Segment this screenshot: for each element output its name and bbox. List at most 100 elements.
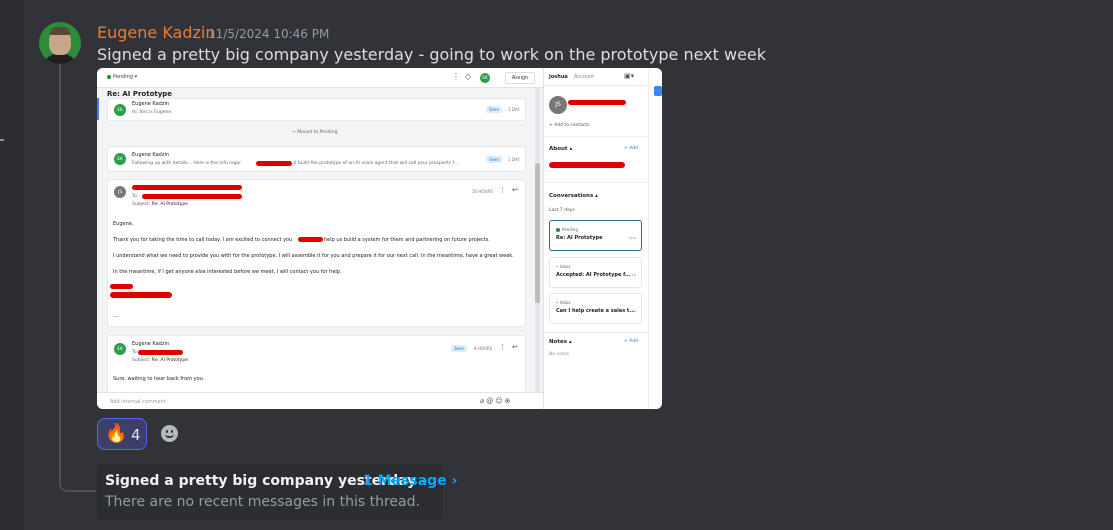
reply-icon: ↩ [512, 343, 518, 351]
email-card: EK Eugene Kadzin Hi, this is Eugene. See… [107, 98, 526, 121]
add-reaction-button[interactable] [155, 418, 185, 450]
redaction [138, 350, 183, 355]
reply-icon: ↩ [512, 186, 518, 194]
add-to-contacts: + Add to contacts [549, 123, 590, 128]
redaction [110, 292, 172, 298]
more-icon: ⋮ [499, 343, 506, 351]
reaction-fire[interactable]: 🔥 4 [97, 418, 147, 450]
redaction [132, 185, 242, 190]
email-line: In the meantime, if I get anyone else in… [113, 269, 342, 275]
tab-account: Account [574, 74, 595, 80]
tag-icon: ◇ [465, 72, 472, 81]
conversation-status: • Inbox [556, 264, 571, 269]
to-label: To: [132, 194, 139, 199]
subject-line: Subject: Re: AI Prototype [132, 358, 188, 363]
message-timestamp: 11/5/2024 10:46 PM [208, 27, 330, 41]
sender-avatar: EK [114, 343, 126, 355]
assignee-avatar: EK [480, 73, 490, 83]
sidebar-menu-icon: ▣▾ [624, 72, 635, 80]
reaction-count: 4 [131, 426, 141, 444]
contact-avatar: JS [549, 96, 567, 114]
email-greeting: Eugene, [113, 221, 134, 227]
attachment-right-strip [648, 68, 662, 409]
about-label: About ▴ [549, 146, 573, 152]
redaction [568, 100, 626, 105]
app-icon [654, 86, 662, 96]
email-card: EK Eugene Kadzin Following up with detai… [107, 146, 526, 172]
sender-name: Eugene Kadzin [132, 152, 170, 158]
attachment-status: Pending ▾ [107, 74, 137, 80]
redaction [142, 194, 242, 199]
email-time: 16 HOURS [472, 189, 493, 194]
email-ellipsis: .... [113, 313, 120, 319]
conversation-status: Pending [556, 227, 578, 232]
message-author[interactable]: Eugene Kadzin [97, 23, 215, 42]
thread-empty-text: There are no recent messages in this thr… [105, 494, 420, 510]
redaction [298, 237, 323, 242]
scrollbar-thumb [535, 163, 540, 303]
email-line-tail: help us build a system for them and part… [324, 237, 491, 243]
conversation-item: • Inbox Can I help create a sales t... 1… [549, 293, 642, 324]
email-preview-tail: ll build the prototype of an AI voice ag… [294, 161, 459, 166]
thread-connector-line [59, 64, 96, 492]
conversation-age: 1d [631, 309, 636, 313]
comment-placeholder: Add internal comment [110, 399, 166, 405]
email-line: Thank you for taking the time to call to… [113, 237, 293, 243]
notes-add: + Add [624, 339, 638, 344]
sender-avatar: JS [114, 186, 126, 198]
server-rail [0, 0, 24, 530]
selection-accent [97, 98, 99, 120]
email-time: 1 DAY [508, 107, 520, 112]
redaction [110, 284, 133, 289]
compose-icons: ⌀@☺⊕ [480, 397, 513, 405]
conversation-subject: Re: AI Prototype [556, 235, 603, 241]
conversation-subject: Accepted: AI Prototype f... [556, 272, 631, 278]
email-preview: Hi, this is Eugene. [132, 110, 173, 115]
conversation-age: 14m [628, 236, 636, 240]
conversation-subject: Can I help create a sales t... [556, 308, 636, 314]
sender-avatar: EK [114, 153, 126, 165]
image-attachment[interactable]: Pending ▾ ⋮ ◇ EK Assign Re: AI Prototype… [97, 68, 662, 409]
attachment-sidebar: Joshua Account ▣▾ JS + Add to contacts A… [543, 68, 649, 409]
seen-badge: Seen [486, 156, 502, 163]
avatar[interactable] [39, 22, 81, 64]
conversation-status: • Inbox [556, 300, 571, 305]
email-time: 8 HOURS [474, 346, 493, 351]
seen-badge: Seen [486, 106, 502, 113]
smiley-icon [161, 425, 178, 442]
email-preview: Following up with details... Here is the… [132, 161, 242, 166]
more-icon: ⋮ [499, 186, 506, 194]
redaction [549, 162, 625, 168]
conversations-label: Conversations ▴ [549, 193, 598, 199]
email-body: Sure, waiting to hear back from you. [113, 376, 205, 382]
to-label: To [132, 350, 137, 355]
period-label: Last 7 days [549, 208, 575, 213]
redaction [256, 161, 292, 166]
conversation-item: Pending Re: AI Prototype 14m [549, 220, 642, 251]
email-card-expanded: JS To: Subject: Re: AI Prototype 16 HOUR… [107, 179, 526, 327]
moved-event: ⇨ Moved to Pending [292, 130, 338, 135]
conversation-item: • Inbox Accepted: AI Prototype f... 1d [549, 257, 642, 288]
email-line: I understand what we need to provide you… [113, 253, 514, 259]
fire-icon: 🔥 [105, 423, 128, 444]
email-time: 1 DAY [508, 157, 520, 162]
about-add: + Add [624, 146, 638, 151]
sender-avatar: EK [114, 104, 126, 116]
sender-name: Eugene Kadzin [132, 341, 170, 347]
assign-button: Assign [505, 72, 535, 84]
conversation-subject: Re: AI Prototype [107, 90, 173, 98]
comment-box: Add internal comment ⌀@☺⊕ [97, 392, 543, 409]
notes-label: Notes ▴ [549, 339, 572, 345]
more-icon: ⋮ [452, 72, 460, 81]
attachment-main-pane: Pending ▾ ⋮ ◇ EK Assign Re: AI Prototype… [97, 68, 543, 409]
notes-empty: No notes [549, 352, 570, 357]
thread-preview[interactable]: Signed a pretty big company yesterday - … [97, 464, 457, 520]
conversation-age: 1d [631, 273, 636, 277]
sender-name: Eugene Kadzin [132, 101, 170, 107]
attachment-toolbar: Pending ▾ ⋮ ◇ EK Assign [97, 68, 543, 88]
seen-badge: Seen [451, 345, 467, 352]
tab-joshua: Joshua [549, 74, 568, 80]
thread-message-count-link[interactable]: 1 Message › [363, 473, 457, 489]
rail-tick [0, 139, 4, 141]
subject-line: Subject: Re: AI Prototype [132, 202, 188, 207]
